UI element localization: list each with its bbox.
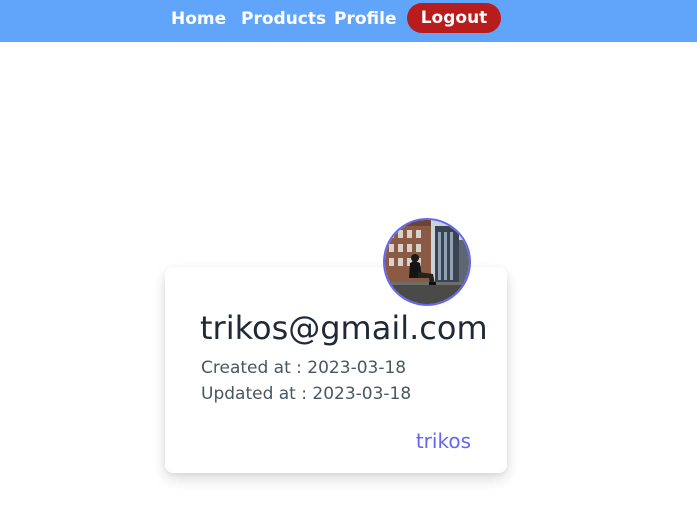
nav-products-link[interactable]: Products [241, 9, 326, 29]
updated-at-text: Updated at : 2023-03-18 [201, 384, 412, 404]
navbar: Home Products Profile Logout [0, 0, 697, 42]
logout-button[interactable]: Logout [407, 3, 501, 33]
nav-profile-link[interactable]: Profile [334, 9, 396, 29]
avatar [383, 218, 471, 306]
profile-email: trikos@gmail.com [200, 309, 488, 347]
avatar-photo-icon [385, 220, 469, 304]
created-at-text: Created at : 2023-03-18 [201, 358, 407, 378]
nav-home-link[interactable]: Home [171, 9, 226, 29]
username-link[interactable]: trikos [416, 429, 471, 453]
